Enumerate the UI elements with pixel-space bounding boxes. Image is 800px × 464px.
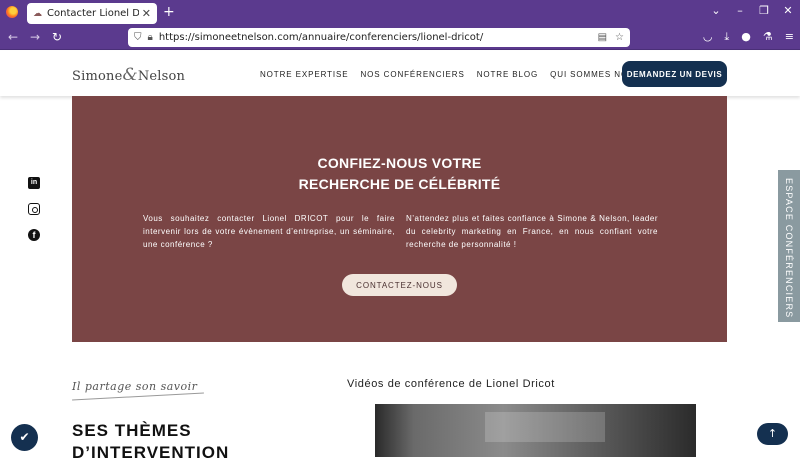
themes-heading: SES THÈMES D’INTERVENTION [72, 420, 229, 464]
browser-tab[interactable]: ☁ Contacter Lionel DRICOT ✕ [27, 3, 157, 24]
bookmark-star-icon[interactable]: ☆ [615, 32, 624, 43]
minimize-icon[interactable]: – [728, 4, 752, 17]
close-tab-icon[interactable]: ✕ [142, 7, 151, 20]
shield-icon[interactable]: ⛉ [134, 32, 142, 43]
address-bar[interactable]: ⛉ 🔒︎ https://simoneetnelson.com/annuaire… [128, 28, 630, 47]
facebook-icon[interactable]: f [28, 229, 40, 241]
back-icon[interactable]: ← [8, 30, 18, 44]
close-window-icon[interactable]: ✕ [776, 4, 800, 17]
url-text[interactable]: https://simoneetnelson.com/annuaire/conf… [159, 32, 590, 43]
toolbar-icons: ◡ ⤓ ● ⚗ ≡ [703, 30, 794, 44]
script-tagline: Il partage son savoir [72, 380, 198, 393]
browser-tab-bar: ☁ Contacter Lionel DRICOT ✕ + ⌄ – ❐ ✕ [0, 0, 800, 25]
logo-word-simone: Simone [72, 69, 123, 84]
menu-icon[interactable]: ≡ [785, 30, 794, 44]
speaker-space-tab[interactable]: ESPACE CONFÉRENCIERS [778, 170, 800, 322]
videos-heading: Vidéos de conférence de Lionel Dricot [347, 378, 555, 390]
tab-favicon-icon: ☁ [33, 8, 42, 19]
request-quote-button[interactable]: DEMANDEZ UN DEVIS [622, 61, 727, 87]
hero-title: CONFIEZ-NOUS VOTRE RECHERCHE DE CÉLÉBRIT… [72, 153, 727, 195]
linkedin-icon[interactable]: in [28, 177, 40, 189]
hero-title-line1: CONFIEZ-NOUS VOTRE [317, 155, 482, 171]
logo-word-nelson: Nelson [137, 69, 186, 84]
hero-left-text: Vous souhaitez contacter Lionel DRICOT p… [143, 214, 395, 249]
forward-icon[interactable]: → [30, 30, 40, 44]
hero-title-line2: RECHERCHE DE CÉLÉBRITÉ [298, 176, 501, 192]
pocket-icon[interactable]: ◡ [703, 30, 713, 44]
menu-item-expertise[interactable]: NOTRE EXPERTISE [260, 70, 348, 79]
extension-flask-icon[interactable]: ⚗ [763, 30, 773, 44]
download-icon[interactable]: ⤓ [724, 30, 729, 44]
window-controls: ⌄ – ❐ ✕ [704, 4, 800, 17]
reload-icon[interactable]: ↻ [52, 30, 62, 44]
site-header: Simone&Nelson NOTRE EXPERTISE NOS CONFÉR… [0, 51, 800, 96]
site-logo[interactable]: Simone&Nelson [72, 65, 185, 85]
restore-icon[interactable]: ❐ [752, 4, 776, 17]
menu-item-conferenciers[interactable]: NOS CONFÉRENCIERS [360, 70, 464, 79]
reader-view-icon[interactable]: ▤ [598, 32, 607, 43]
script-underline [72, 392, 204, 401]
firefox-icon[interactable] [6, 6, 18, 18]
lock-icon[interactable]: 🔒︎ [148, 32, 153, 43]
video-player[interactable] [375, 404, 696, 457]
new-tab-button[interactable]: + [163, 4, 175, 20]
hero-right-text: N’attendez plus et faites confiance à Si… [406, 214, 658, 249]
themes-heading-line1: SES THÈMES [72, 421, 192, 440]
instagram-icon[interactable] [28, 203, 40, 215]
contact-us-button[interactable]: CONTACTEZ-NOUS [342, 274, 457, 296]
scroll-to-top-button[interactable]: ↑ [757, 423, 788, 445]
logo-ampersand: & [122, 65, 138, 85]
extension-icon[interactable]: ● [741, 30, 751, 44]
main-menu: NOTRE EXPERTISE NOS CONFÉRENCIERS NOTRE … [260, 70, 661, 79]
hero-banner: CONFIEZ-NOUS VOTRE RECHERCHE DE CÉLÉBRIT… [72, 96, 727, 342]
accessibility-check-icon[interactable]: ✔ [11, 424, 38, 451]
list-tabs-icon[interactable]: ⌄ [704, 4, 728, 17]
themes-heading-line2: D’INTERVENTION [72, 443, 230, 462]
speaker-space-label: ESPACE CONFÉRENCIERS [784, 178, 794, 319]
tab-title: Contacter Lionel DRICOT [47, 8, 139, 19]
menu-item-blog[interactable]: NOTRE BLOG [477, 70, 538, 79]
